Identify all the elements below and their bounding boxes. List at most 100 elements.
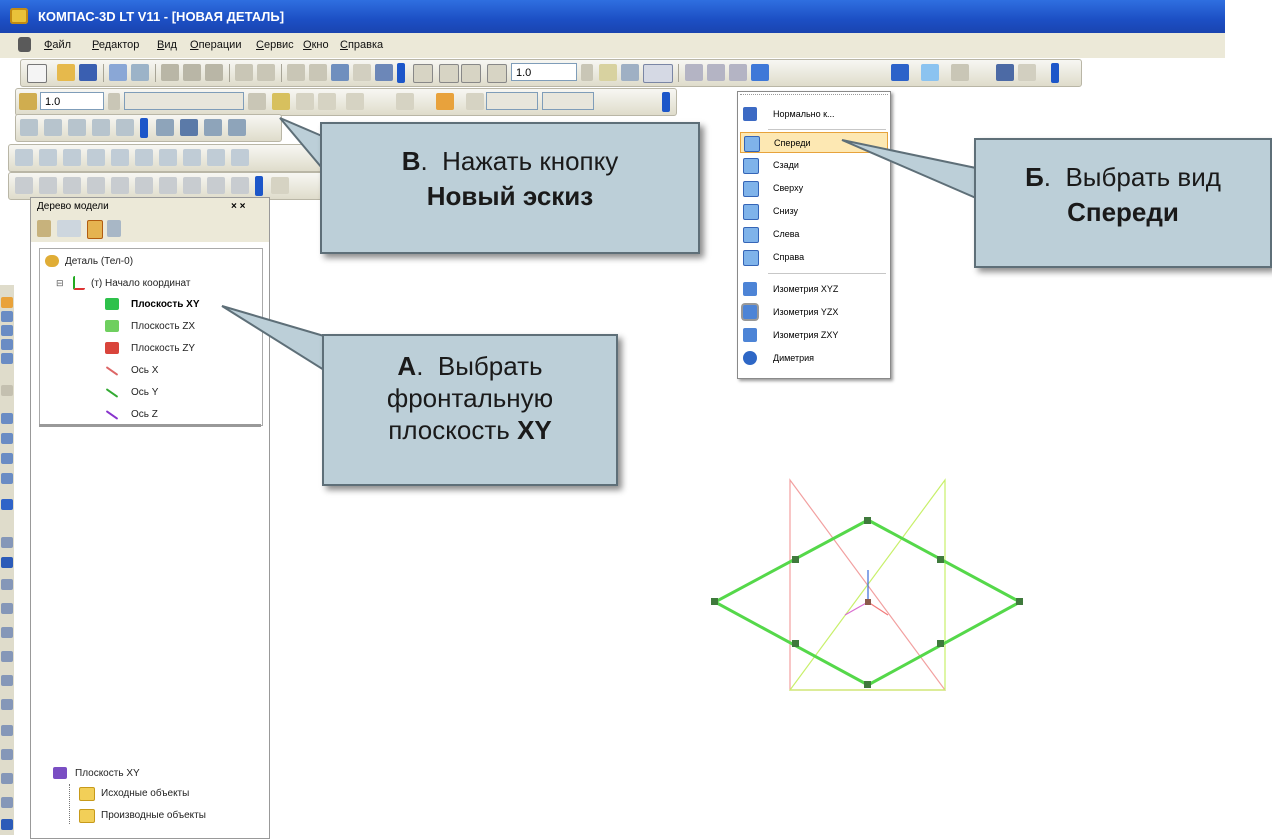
tree-mode-icon[interactable] [37,220,51,237]
coordinates-icon[interactable] [466,93,484,110]
axis-icon[interactable] [1,699,13,710]
circle-center-icon[interactable] [135,149,153,166]
mirror-icon[interactable] [1,651,13,662]
array-icon[interactable] [1,627,13,638]
toolbar-grip[interactable] [662,92,670,112]
arc-3pt-icon[interactable] [111,149,129,166]
shaded-icon[interactable] [891,64,909,81]
menu-window[interactable]: Окно [303,39,329,51]
triangle-icon[interactable] [92,119,110,136]
manager-icon[interactable] [331,64,349,81]
dimension-angle-icon[interactable] [39,177,57,194]
line-icon[interactable] [39,149,57,166]
view-back[interactable]: Сзади [740,155,888,176]
menu-service[interactable]: Сервис [256,39,294,51]
base-icon[interactable] [159,177,177,194]
tree-view-2-icon[interactable] [107,220,121,237]
menu-operations[interactable]: Операции [190,39,241,51]
paste-icon[interactable] [205,64,223,81]
curve-icon[interactable] [207,149,225,166]
library-icon[interactable] [257,64,275,81]
polyline-icon[interactable] [44,119,62,136]
hole-axis-icon[interactable] [231,177,249,194]
zoom-field[interactable]: 1.0 [511,63,577,81]
splitter[interactable] [39,424,261,427]
layer-field[interactable] [124,92,244,110]
view-top[interactable]: Сверху [740,178,888,199]
revolve-icon[interactable] [1,433,13,444]
menu-file[interactable]: Файл [44,39,71,51]
properties-icon[interactable] [235,64,253,81]
menu-tearoff[interactable] [740,94,888,98]
hidden-lines-icon[interactable] [707,64,725,81]
zoom-window-icon[interactable] [413,64,433,83]
print-preview-icon[interactable] [109,64,127,81]
tree-view-1-icon[interactable] [87,220,103,239]
rotate-icon[interactable] [621,64,639,81]
menu-editor[interactable]: Редактор [92,39,139,51]
hatch-icon[interactable] [180,119,198,136]
eraser-icon[interactable] [204,119,222,136]
menu-view[interactable]: Вид [157,39,177,51]
toolbar-grip[interactable] [140,118,148,138]
params-panel-icon[interactable] [1,353,13,364]
specification-icon[interactable] [1,819,13,830]
surfaces-icon[interactable] [1,749,13,760]
panel-close-icon[interactable]: × × [231,198,245,216]
bezier-icon[interactable] [231,149,249,166]
zoom-out-icon[interactable] [461,64,481,83]
tree-node-plane-zx[interactable]: Плоскость ZX [131,321,211,332]
zoom-dropdown-icon[interactable] [581,64,593,81]
zoom-in-icon[interactable] [439,64,459,83]
view-manager-icon[interactable] [996,64,1014,81]
view-normal-to[interactable]: Нормально к... [740,104,888,125]
wireframe-icon[interactable] [685,64,703,81]
circle-icon[interactable] [63,149,81,166]
pan-icon[interactable] [599,64,617,81]
redo-icon[interactable] [309,64,327,81]
curves-icon[interactable] [1,725,13,736]
halftone-icon[interactable] [751,64,769,81]
undo-icon[interactable] [287,64,305,81]
table-icon[interactable] [271,177,289,194]
save-icon[interactable] [79,64,97,81]
print-icon[interactable] [131,64,149,81]
toolbar-grip[interactable] [397,63,405,83]
step-dropdown-icon[interactable] [108,93,120,110]
step-field[interactable]: 1.0 [40,92,104,110]
layer-dropdown-icon[interactable] [248,93,266,110]
dimension-diameter-icon[interactable] [87,177,105,194]
arc-icon[interactable] [68,119,86,136]
shell-icon[interactable] [1,579,13,590]
menu-help[interactable]: Справка [340,39,383,51]
tree-node-plane-zy[interactable]: Плоскость ZY [131,343,195,354]
view-dimetric[interactable]: Диметрия [740,348,888,369]
x-coord-field[interactable] [486,92,538,110]
view-iso-xyz[interactable]: Изометрия XYZ [740,279,888,300]
section-icon[interactable] [1018,64,1036,81]
view-front[interactable]: Спереди [740,132,888,153]
snap-icon[interactable] [318,93,336,110]
thin-lines-icon[interactable] [729,64,747,81]
copy-icon[interactable] [183,64,201,81]
zoom-scale-icon[interactable] [487,64,507,83]
view-right[interactable]: Справа [740,247,888,268]
toolbar-grip[interactable] [255,176,263,196]
measure-icon[interactable] [951,64,969,81]
loft-icon[interactable] [1,453,13,464]
fillet-icon[interactable] [1,537,13,548]
tree-node-part[interactable]: Деталь (Тел-0) [65,256,133,267]
tolerance-icon[interactable] [207,177,225,194]
view-iso-yzx[interactable]: Изометрия YZX [740,302,888,323]
tools-icon[interactable] [1,773,13,784]
dimensions-panel-icon[interactable] [1,325,13,336]
new-file-icon[interactable] [27,64,47,83]
derived-objects[interactable]: Производные объекты [101,810,206,821]
help-pointer-icon[interactable] [375,64,393,81]
tree-filter-icon[interactable] [57,220,81,237]
local-cs-icon[interactable] [272,93,290,110]
measure-panel-icon[interactable] [1,385,13,396]
cut-icon[interactable] [161,64,179,81]
extrude-icon[interactable] [1,413,13,424]
perspective-icon[interactable] [921,64,939,81]
